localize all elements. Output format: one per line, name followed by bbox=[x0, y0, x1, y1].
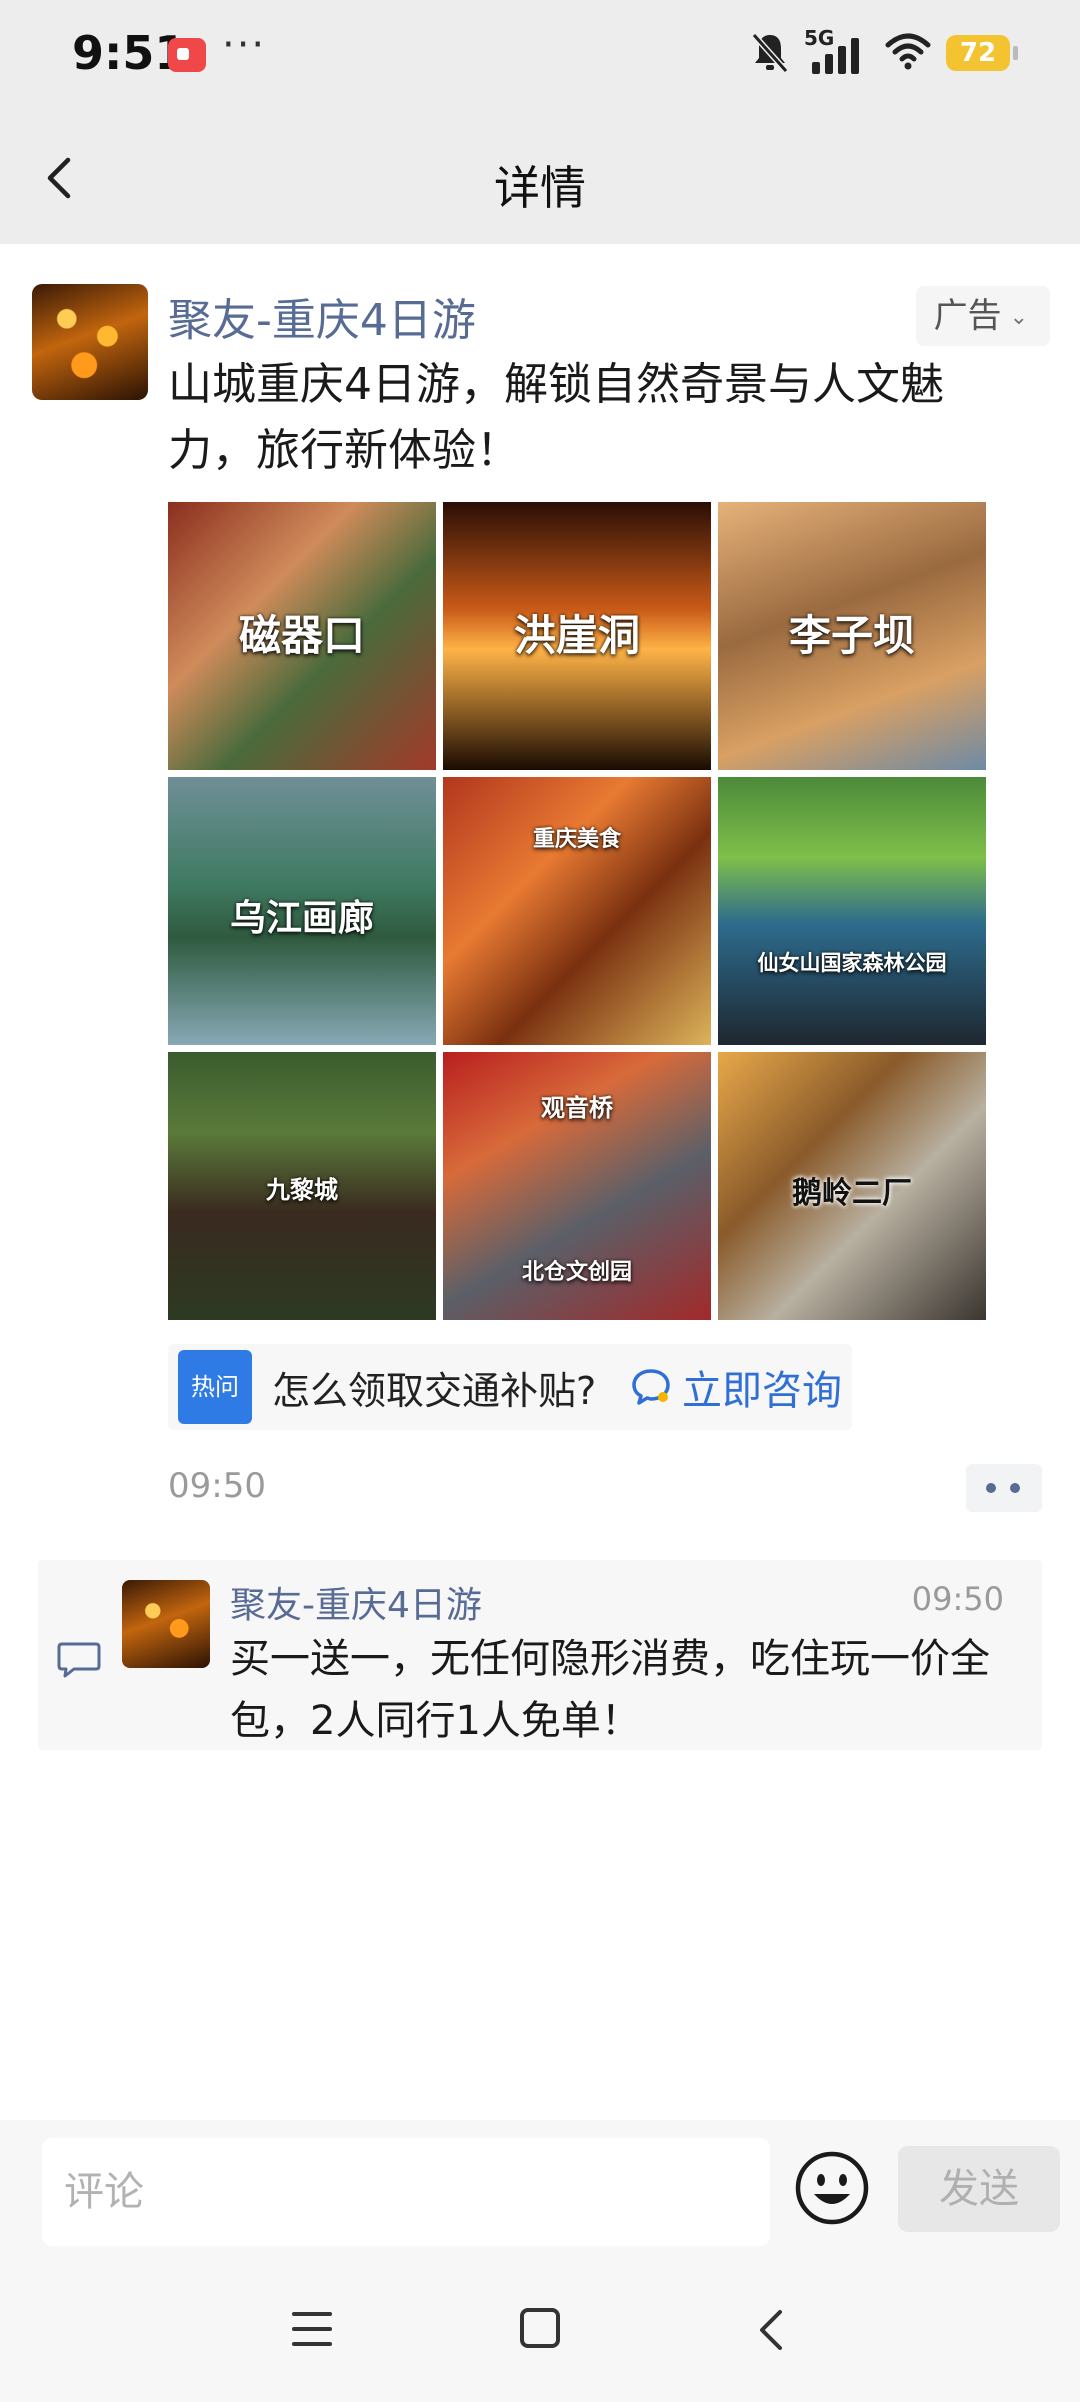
tile-label: 洪崖洞 bbox=[513, 611, 640, 660]
photo-grid: 磁器口 洪崖洞 李子坝 乌江画廊 重庆美食 仙女山国家森林公园 九黎城 观音桥 bbox=[168, 502, 986, 1320]
chat-bubble-icon bbox=[632, 1369, 670, 1405]
tile-label: 磁器口 bbox=[238, 611, 365, 660]
more-notifications-icon: ··· bbox=[222, 22, 267, 68]
status-bar: 9:51 ··· 5G 72 bbox=[0, 0, 1080, 112]
more-actions-button[interactable] bbox=[966, 1464, 1042, 1512]
tile-label: 九黎城 bbox=[266, 1176, 338, 1204]
screen: 9:51 ··· 5G 72 详情 聚友-重庆4日游 广告 ⌄ 山城重庆4日游，… bbox=[0, 0, 1080, 2402]
consult-label: 立即咨询 bbox=[682, 1368, 842, 1414]
tile-label: 重庆美食 bbox=[532, 827, 621, 852]
ad-tag-button[interactable]: 广告 ⌄ bbox=[915, 286, 1050, 346]
chevron-down-icon: ⌄ bbox=[1009, 304, 1028, 330]
photo-tile[interactable]: 鹅岭二厂 bbox=[718, 1052, 986, 1320]
home-button[interactable] bbox=[520, 2308, 560, 2348]
hot-badge: 热问 bbox=[178, 1350, 252, 1424]
photo-tile[interactable]: 重庆美食 bbox=[443, 777, 711, 1045]
photo-tile[interactable]: 乌江画廊 bbox=[168, 777, 436, 1045]
wifi-icon bbox=[884, 31, 932, 75]
page-title: 详情 bbox=[494, 161, 586, 215]
photo-tile[interactable]: 李子坝 bbox=[718, 502, 986, 770]
emoji-button[interactable] bbox=[792, 2148, 872, 2228]
tile-label: 观音桥 bbox=[541, 1094, 613, 1122]
system-back-button[interactable] bbox=[752, 2304, 792, 2356]
post-text: 山城重庆4日游，解锁自然奇景与人文魅力，旅行新体验！ bbox=[168, 359, 944, 476]
comment-avatar[interactable] bbox=[122, 1580, 210, 1668]
back-arrow-icon bbox=[760, 2310, 782, 2350]
comment-time: 09:50 bbox=[911, 1580, 1004, 1618]
tile-label-secondary: 北仓文创园 bbox=[521, 1260, 632, 1285]
photo-tile[interactable]: 洪崖洞 bbox=[443, 502, 711, 770]
photo-tile[interactable]: 九黎城 bbox=[168, 1052, 436, 1320]
battery-icon: 72 bbox=[946, 35, 1018, 71]
recent-apps-button[interactable] bbox=[292, 2312, 332, 2348]
photo-tile[interactable]: 仙女山国家森林公园 bbox=[718, 777, 986, 1045]
consult-button[interactable]: 立即咨询 bbox=[630, 1358, 842, 1416]
avatar[interactable] bbox=[32, 284, 148, 400]
status-icons: 5G 72 bbox=[750, 26, 1018, 76]
post-author-name[interactable]: 聚友-重庆4日游 bbox=[168, 284, 476, 348]
mute-bell-icon bbox=[750, 31, 790, 75]
comment-input-bar: 发送 bbox=[0, 2120, 1080, 2260]
tile-label: 乌江画廊 bbox=[229, 898, 374, 939]
system-nav-bar bbox=[0, 2260, 1080, 2402]
comment-section: 聚友-重庆4日游 09:50 买一送一，无任何隐形消费，吃住玩一价全包，2人同行… bbox=[38, 1560, 1042, 1750]
comment-input[interactable] bbox=[42, 2138, 770, 2246]
comment-icon bbox=[57, 1642, 101, 1678]
send-button[interactable]: 发送 bbox=[898, 2146, 1060, 2232]
emoji-smile-icon bbox=[795, 2151, 869, 2225]
screen-record-icon bbox=[168, 38, 206, 72]
tile-label: 鹅岭二厂 bbox=[792, 1176, 912, 1211]
hot-question-text: 怎么领取交通补贴? bbox=[272, 1369, 597, 1413]
tile-label: 李子坝 bbox=[788, 611, 915, 660]
post-time: 09:50 bbox=[168, 1466, 266, 1506]
comment-author-name[interactable]: 聚友-重庆4日游 bbox=[230, 1576, 482, 1628]
comment-text: 买一送一，无任何隐形消费，吃住玩一价全包，2人同行1人免单！ bbox=[230, 1636, 990, 1744]
photo-tile[interactable]: 磁器口 bbox=[168, 502, 436, 770]
hot-question-card[interactable]: 热问 怎么领取交通补贴? 立即咨询 bbox=[168, 1344, 852, 1430]
tile-label: 仙女山国家森林公园 bbox=[757, 951, 947, 975]
nav-bar: 详情 bbox=[0, 112, 1080, 244]
signal-icon: 5G bbox=[804, 26, 870, 76]
photo-tile[interactable]: 观音桥 北仓文创园 bbox=[443, 1052, 711, 1320]
ad-label: 广告 bbox=[933, 296, 1002, 336]
